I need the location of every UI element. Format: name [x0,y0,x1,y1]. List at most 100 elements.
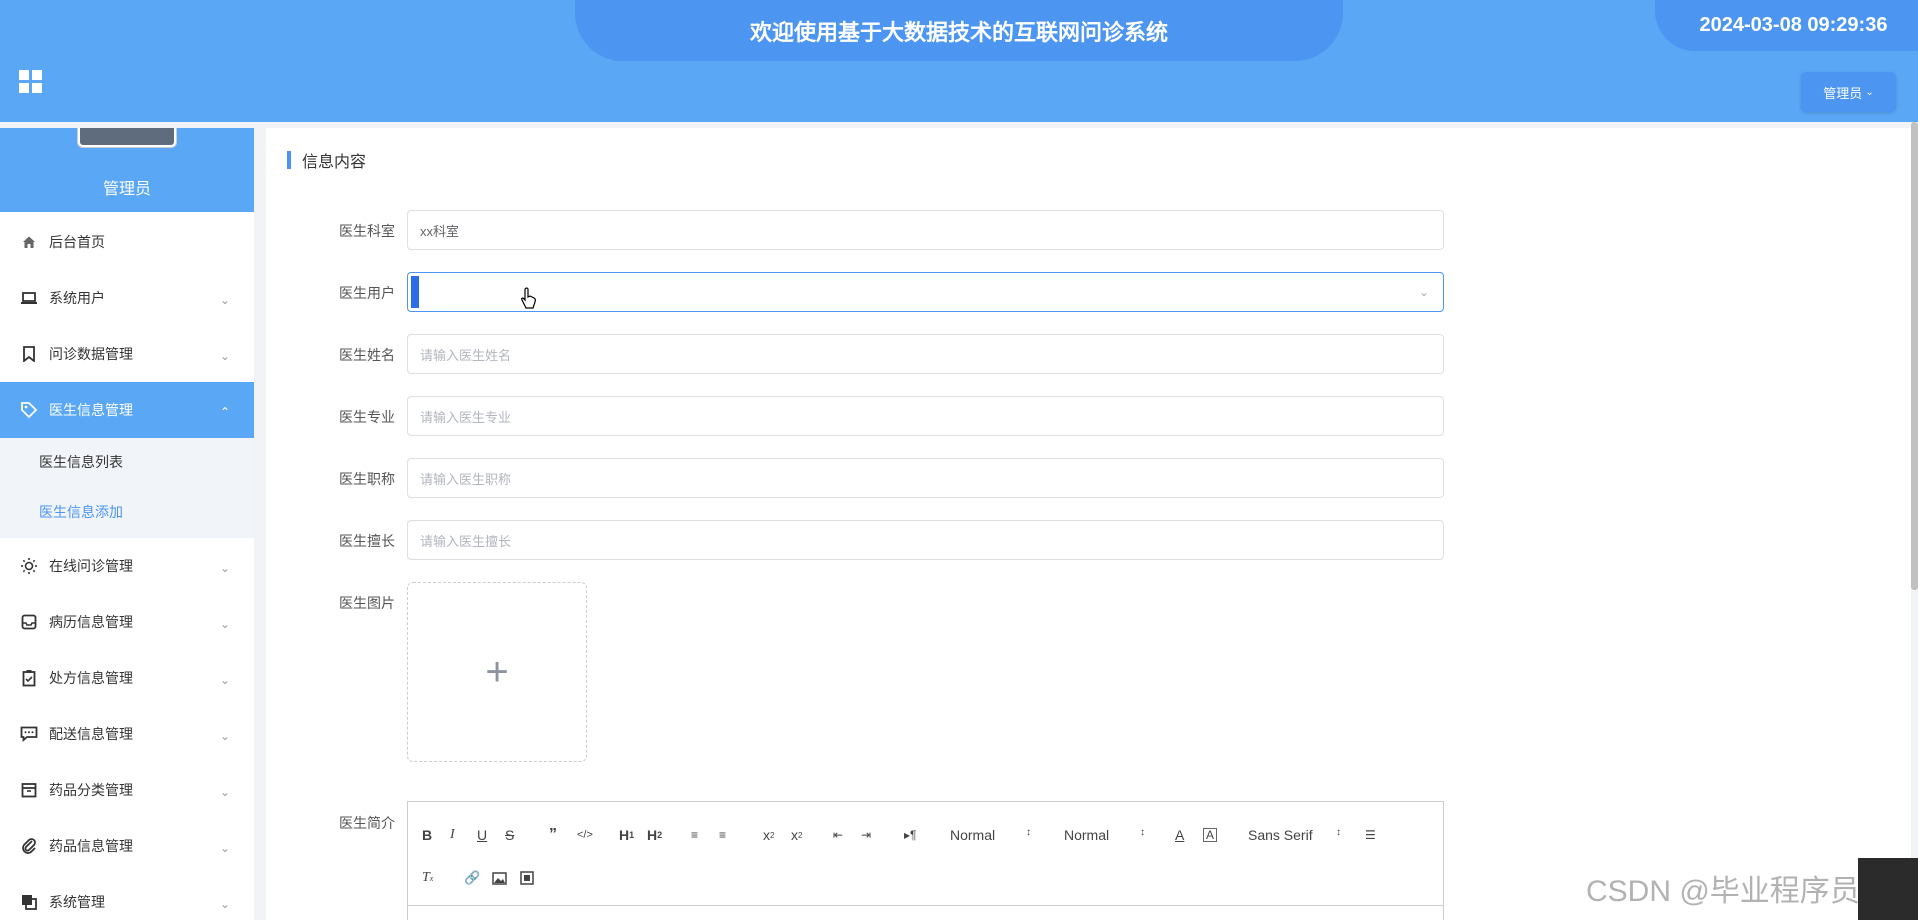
image-upload[interactable]: + [407,582,587,762]
sidebar-item-home[interactable]: 后台首页 [0,214,254,270]
box-icon [19,780,39,800]
sidebar-item-label: 药品分类管理 [49,782,133,798]
chevron-down-icon: ⌄ [220,673,231,687]
sidebar-item-doctor-info[interactable]: 医生信息管理 ⌃ [0,382,254,438]
updown-icon: ↕ [1336,827,1341,838]
header-select[interactable]: Normal ↕ [950,827,1031,843]
italic-icon[interactable]: I [450,824,455,846]
field-label-doctor-user: 医生用户 [339,285,395,301]
sidebar-item-system-users[interactable]: 系统用户 ⌄ [0,270,254,326]
chevron-down-icon: ⌄ [220,561,231,575]
strike-icon[interactable]: S [505,824,514,846]
chevron-down-icon: ⌄ [220,617,231,631]
bullet-list-icon[interactable]: ≡ [719,824,726,846]
sidebar-submenu: 医生信息列表 医生信息添加 [0,438,254,538]
field-label-department: 医生科室 [339,223,395,239]
updown-icon: ↕ [1140,827,1145,838]
sidebar-item-label: 问诊数据管理 [49,346,133,362]
video-icon[interactable] [520,867,534,889]
submenu-doctor-list[interactable]: 医生信息列表 [39,452,123,472]
doctor-name-input[interactable]: 请输入医生姓名 [407,334,1444,374]
doctor-user-select[interactable]: 0 ⌄ [407,272,1444,312]
sidebar-item-medical-records[interactable]: 病历信息管理 ⌄ [0,594,254,650]
outdent-icon[interactable]: ⇤ [833,824,843,846]
chat-icon [19,724,39,744]
specialty-input[interactable]: 请输入医生专业 [407,396,1444,436]
chevron-down-icon: ⌄ [220,729,231,743]
code-block-icon[interactable]: </> [577,824,593,846]
subscript-icon[interactable]: x2 [763,824,774,846]
scrollbar[interactable] [1911,122,1918,590]
sun-icon [19,556,39,576]
field-label-title: 医生职称 [339,471,395,487]
background-color-icon[interactable]: A [1203,828,1218,842]
chevron-up-icon: ⌃ [220,405,231,419]
sidebar-role: 管理员 [0,162,254,212]
sidebar-item-online-consult[interactable]: 在线问诊管理 ⌄ [0,538,254,594]
underline-icon[interactable]: U [477,824,487,846]
sidebar-item-label: 药品信息管理 [49,838,133,854]
plus-icon: + [485,649,509,694]
submenu-doctor-add[interactable]: 医生信息添加 [39,502,123,522]
text-direction-icon[interactable]: ▸¶ [904,824,916,846]
ordered-list-icon[interactable]: ≡ [691,824,698,846]
link-icon[interactable]: 🔗 [464,867,480,889]
field-label-specialty: 医生专业 [339,409,395,425]
chevron-down-icon: ⌄ [1865,86,1874,98]
sidebar-item-label: 后台首页 [49,234,105,250]
h2-icon[interactable]: H2 [647,824,662,846]
avatar [78,128,176,147]
chevron-down-icon: ⌄ [220,785,231,799]
department-input[interactable]: xx科室 [407,210,1444,250]
user-menu-button[interactable]: 管理员 ⌄ [1801,72,1896,112]
sidebar-item-delivery[interactable]: 配送信息管理 ⌄ [0,706,254,762]
field-label-image: 医生图片 [339,595,395,611]
clipboard-icon [19,668,39,688]
sidebar-item-drug-info[interactable]: 药品信息管理 ⌄ [0,818,254,874]
updown-icon: ↕ [1026,827,1031,838]
field-label-intro: 医生简介 [339,815,395,831]
layers-icon [19,892,39,912]
sidebar-item-label: 配送信息管理 [49,726,133,742]
sidebar-item-label: 处方信息管理 [49,670,133,686]
expertise-input[interactable]: 请输入医生擅长 [407,520,1444,560]
chevron-down-icon: ⌄ [220,293,231,307]
chevron-down-icon: ⌄ [220,841,231,855]
font-color-icon[interactable]: A [1175,824,1184,846]
sidebar-item-prescriptions[interactable]: 处方信息管理 ⌄ [0,650,254,706]
image-icon[interactable] [492,867,507,889]
superscript-icon[interactable]: x2 [791,824,802,846]
doctor-user-value: 0 [420,284,427,298]
grid-icon[interactable] [19,70,42,93]
user-menu-label: 管理员 [1823,85,1863,101]
sidebar-item-consult-data[interactable]: 问诊数据管理 ⌄ [0,326,254,382]
chevron-down-icon: ⌄ [220,349,231,363]
paperclip-icon [19,836,39,856]
title-input[interactable]: 请输入医生职称 [407,458,1444,498]
field-label-doctor-name: 医生姓名 [339,347,395,363]
bold-icon[interactable]: B [422,824,432,846]
text-selection-highlight [411,276,419,308]
align-icon[interactable]: ☰ [1365,824,1376,846]
sidebar-item-drug-category[interactable]: 药品分类管理 ⌄ [0,762,254,818]
sidebar-item-label: 病历信息管理 [49,614,133,630]
size-select[interactable]: Normal ↕ [1064,827,1145,843]
clear-format-icon[interactable]: Tx [422,867,433,889]
sidebar-item-label: 医生信息管理 [49,402,133,418]
blockquote-icon[interactable]: ” [549,824,557,846]
watermark: CSDN @毕业程序员 [1586,875,1860,908]
corner-overlay [1858,858,1918,920]
hand-cursor-icon [521,287,536,309]
sidebar-item-label: 在线问诊管理 [49,558,133,574]
rich-text-editor[interactable]: B I U S ” </> H1 H2 ≡ ≡ x2 x2 ⇤ ⇥ ▸¶ Nor… [407,801,1444,920]
datetime-display: 2024-03-08 09:29:36 [1655,0,1918,51]
font-select[interactable]: Sans Serif ↕ [1248,827,1341,843]
home-icon [19,232,39,252]
h1-icon[interactable]: H1 [619,824,634,846]
section-title-bar [287,151,291,169]
indent-icon[interactable]: ⇥ [861,824,871,846]
sidebar-item-system-admin[interactable]: 系统管理 ⌄ [0,874,254,920]
inbox-icon [19,612,39,632]
chevron-down-icon: ⌄ [1418,285,1429,299]
section-title: 信息内容 [287,150,366,171]
